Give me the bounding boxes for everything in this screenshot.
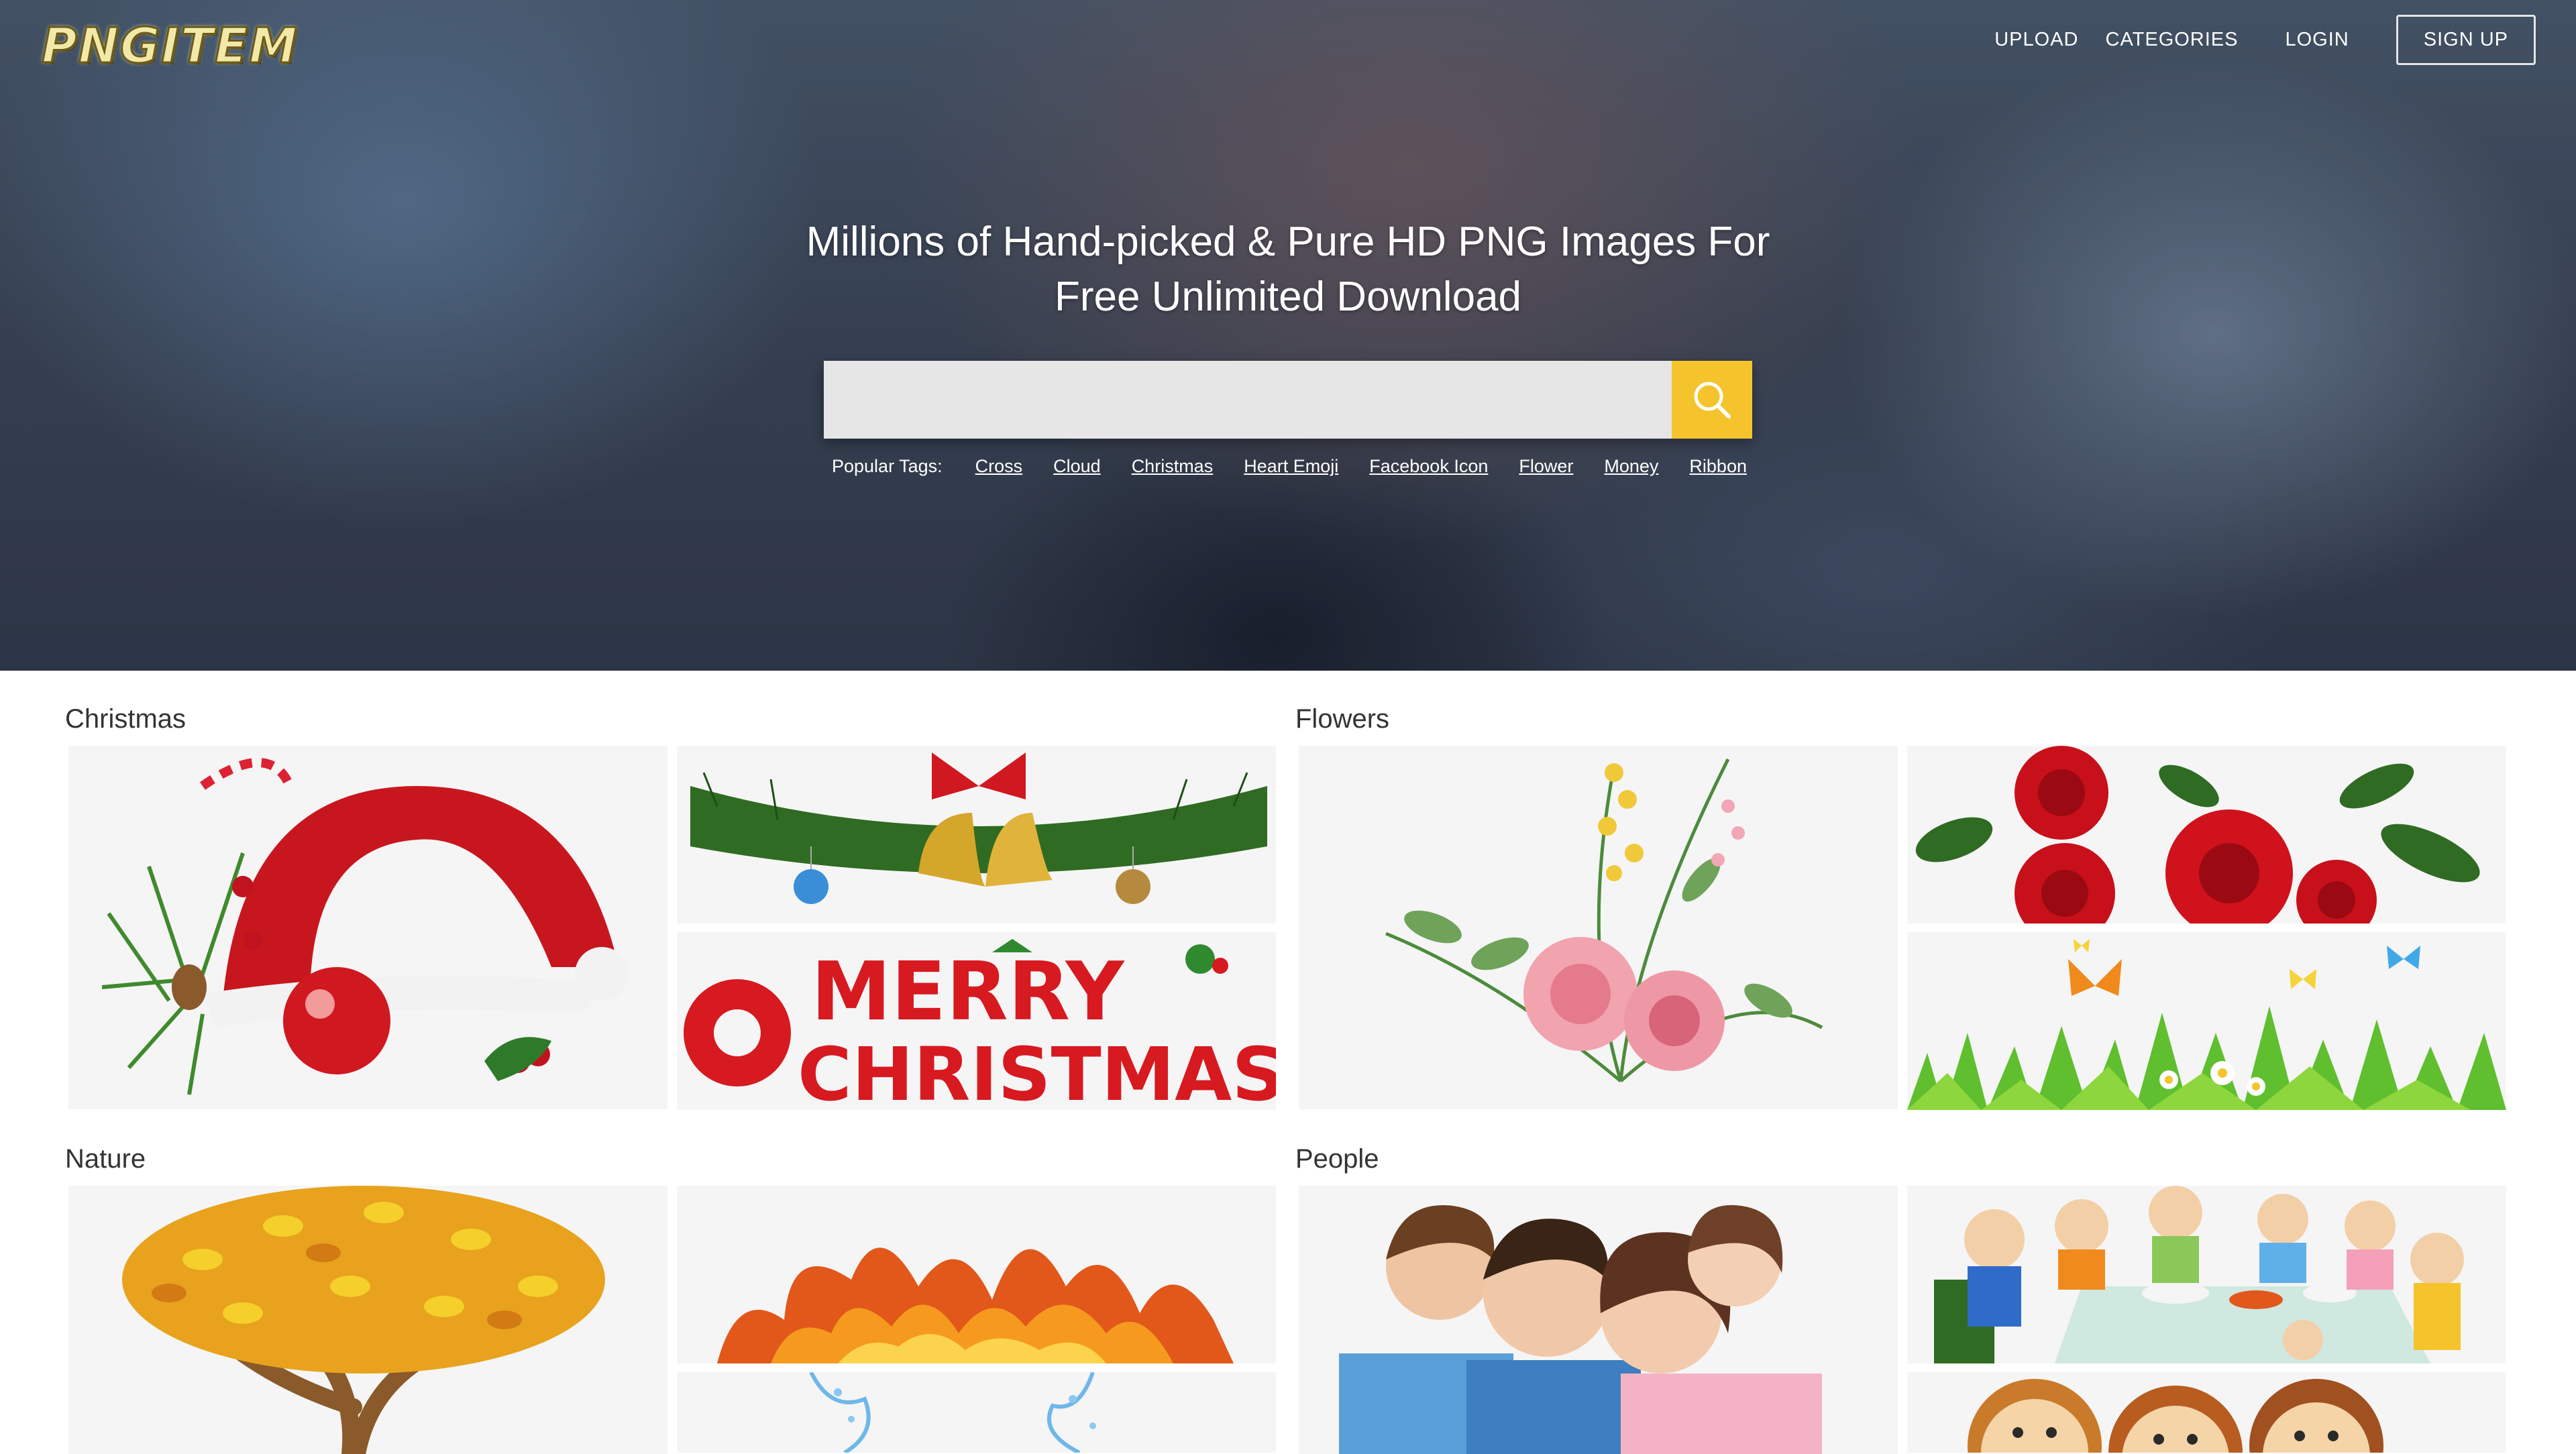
water-splash-image xyxy=(809,1372,1096,1453)
cartoon-dinner-image xyxy=(1934,1186,2464,1363)
flower-bouquet-image xyxy=(1385,758,1823,1082)
image-tile-fire[interactable] xyxy=(677,1186,1276,1363)
category-title[interactable]: People xyxy=(1295,1144,1379,1174)
image-tile-bells-garland[interactable] xyxy=(677,746,1276,924)
image-tile-cartoon-faces[interactable] xyxy=(1907,1372,2506,1453)
headline-line-1: Millions of Hand-picked & Pure HD PNG Im… xyxy=(806,219,1770,265)
image-tile-happy-family[interactable] xyxy=(1299,1186,1898,1454)
merry-christmas-image: MERRY CHRISTMAS xyxy=(684,939,1276,1110)
search-bar xyxy=(824,361,1752,439)
tag-link[interactable]: Heart Emoji xyxy=(1244,456,1338,477)
nav-login[interactable]: LOGIN xyxy=(2286,29,2349,51)
image-tile-water-splash[interactable] xyxy=(677,1372,1276,1453)
nav-upload[interactable]: UPLOAD xyxy=(1994,29,2078,51)
nav-categories[interactable]: CATEGORIES xyxy=(2106,29,2239,51)
image-tile-flower-bouquet[interactable] xyxy=(1299,746,1898,1109)
bells-garland-image xyxy=(690,752,1267,904)
tag-link[interactable]: Flower xyxy=(1519,456,1573,477)
search-input[interactable] xyxy=(824,361,1672,439)
autumn-tree-image xyxy=(122,1186,605,1454)
image-tile-santa-hat[interactable] xyxy=(68,746,667,1109)
image-tile-merry-christmas[interactable]: MERRY CHRISTMAS xyxy=(677,932,1276,1110)
merry-text: MERRY xyxy=(811,946,1126,1039)
search-button[interactable] xyxy=(1672,361,1752,439)
christmas-text: CHRISTMAS xyxy=(798,1031,1276,1110)
search-icon xyxy=(1694,382,1731,418)
image-tile-cartoon-dinner[interactable] xyxy=(1907,1186,2506,1363)
category-flowers: Flowers xyxy=(1295,704,2506,1113)
tag-link[interactable]: Facebook Icon xyxy=(1369,456,1488,477)
signup-button[interactable]: SIGN UP xyxy=(2396,15,2536,65)
santa-hat-image xyxy=(101,758,629,1095)
site-logo[interactable]: PNGITEM xyxy=(41,17,299,75)
headline-line-2: Free Unlimited Download xyxy=(1054,274,1522,320)
category-christmas: Christmas MERRY CHRISTMAS xyxy=(65,704,1276,1113)
image-tile-butterflies-grass[interactable] xyxy=(1907,932,2506,1110)
popular-tags: Popular Tags: Cross Cloud Christmas Hear… xyxy=(832,456,1762,477)
tag-link[interactable]: Cross xyxy=(975,456,1023,477)
top-nav: UPLOAD CATEGORIES LOGIN SIGN UP xyxy=(1994,15,2536,65)
category-nature: Nature xyxy=(65,1144,1276,1454)
category-title[interactable]: Flowers xyxy=(1295,704,1389,734)
cartoon-faces-image xyxy=(1968,1379,2383,1453)
butterflies-grass-image xyxy=(1907,939,2506,1110)
hero-headline: Millions of Hand-picked & Pure HD PNG Im… xyxy=(738,215,1838,325)
tag-link[interactable]: Christmas xyxy=(1132,456,1214,477)
image-tile-red-roses[interactable] xyxy=(1907,746,2506,924)
category-title[interactable]: Christmas xyxy=(65,704,186,734)
red-roses-image xyxy=(1915,746,2480,924)
hero-banner: PNGITEM UPLOAD CATEGORIES LOGIN SIGN UP … xyxy=(0,0,2576,671)
tag-link[interactable]: Cloud xyxy=(1053,456,1101,477)
happy-family-image xyxy=(1339,1205,1822,1454)
fire-image xyxy=(717,1247,1234,1363)
tag-link[interactable]: Ribbon xyxy=(1689,456,1747,477)
category-title[interactable]: Nature xyxy=(65,1144,146,1174)
category-people: People xyxy=(1295,1144,2506,1454)
image-tile-autumn-tree[interactable] xyxy=(68,1186,667,1454)
popular-tags-label: Popular Tags: xyxy=(832,456,943,476)
tag-link[interactable]: Money xyxy=(1604,456,1658,477)
